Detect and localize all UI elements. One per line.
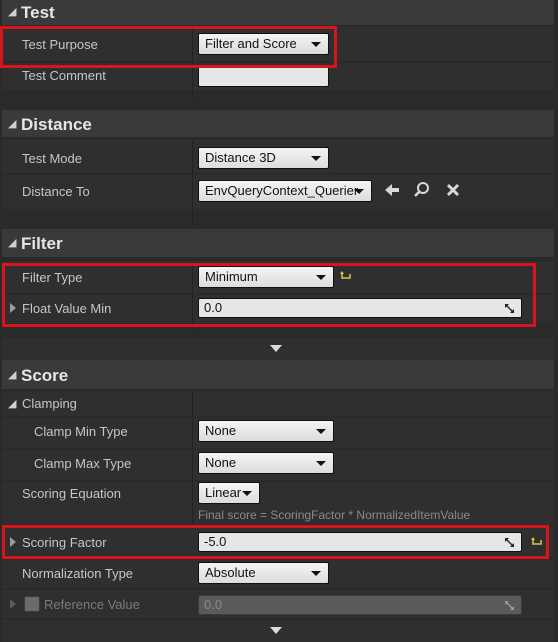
- reference-value-input: 0.0: [198, 595, 522, 615]
- row-scoring-equation: Scoring Equation Linear Final score = Sc…: [2, 482, 554, 524]
- chevron-down-icon: [311, 156, 321, 161]
- row-distance-to: Distance To EnvQueryContext_Querier: [2, 175, 554, 209]
- clamp-min-type-combo[interactable]: None: [198, 420, 334, 442]
- scoring-equation-label: Scoring Equation: [22, 486, 122, 501]
- category-test[interactable]: ◢ Test: [2, 0, 554, 25]
- category-score[interactable]: ◢ Score: [2, 360, 554, 389]
- category-filter[interactable]: ◢ Filter: [2, 229, 554, 257]
- highlight-test-purpose-box: [0, 26, 337, 68]
- reference-value-checkbox[interactable]: [24, 596, 40, 612]
- category-title: Score: [21, 366, 69, 385]
- expand-arrow-icon[interactable]: [10, 599, 16, 609]
- scoring-equation-combo[interactable]: Linear: [198, 482, 260, 504]
- clear-x-icon[interactable]: [445, 182, 461, 198]
- category-title: Test: [21, 3, 55, 22]
- test-comment-input[interactable]: [198, 66, 329, 87]
- chevron-down-icon: [242, 491, 252, 496]
- row-clamp-min-type: Clamp Min Type None: [2, 418, 554, 448]
- collapse-arrow-icon: ◢: [8, 237, 17, 249]
- row-clamping[interactable]: ◢ Clamping: [2, 392, 554, 416]
- column-divider: [192, 140, 193, 225]
- collapse-arrow-icon: ◢: [8, 118, 17, 130]
- use-selected-arrow-icon[interactable]: [383, 182, 401, 198]
- category-distance[interactable]: ◢ Distance: [2, 110, 554, 137]
- details-panel: ◢ Test Test Purpose Filter and Score Tes…: [0, 0, 558, 642]
- highlight-scoring-factor-box: [2, 525, 549, 559]
- scoring-equation-value: Linear: [205, 485, 242, 500]
- advanced-expander[interactable]: [2, 620, 554, 642]
- normalization-type-label: Normalization Type: [22, 566, 134, 581]
- clamp-min-type-value: None: [205, 423, 237, 438]
- distance-to-label: Distance To: [22, 184, 90, 199]
- chevron-down-icon: [311, 571, 321, 576]
- resize-drag-icon: [505, 601, 514, 610]
- reference-value-value: 0.0: [204, 597, 223, 612]
- clamping-label: Clamping: [22, 396, 77, 411]
- row-reference-value: Reference Value 0.0: [2, 590, 554, 618]
- clamp-max-type-value: None: [205, 455, 237, 470]
- clamp-min-type-label: Clamp Min Type: [34, 424, 128, 439]
- row-test-mode: Test Mode Distance 3D: [2, 140, 554, 173]
- row-clamp-max-type: Clamp Max Type None: [2, 450, 554, 480]
- highlight-filter-box: [2, 263, 536, 327]
- clamp-max-type-label: Clamp Max Type: [34, 456, 132, 471]
- distance-to-value: EnvQueryContext_Querier: [205, 183, 359, 198]
- normalization-type-combo[interactable]: Absolute: [198, 562, 329, 584]
- expand-chevron-icon: [270, 627, 282, 634]
- row-normalization-type: Normalization Type Absolute: [2, 560, 554, 588]
- column-divider: [192, 392, 193, 524]
- test-mode-value: Distance 3D: [205, 150, 276, 165]
- collapse-arrow-icon: ◢: [8, 369, 17, 381]
- chevron-down-icon: [316, 461, 326, 466]
- test-mode-label: Test Mode: [22, 151, 82, 166]
- category-title: Filter: [21, 234, 63, 253]
- browse-magnifier-icon[interactable]: [413, 181, 431, 199]
- clamp-max-type-combo[interactable]: None: [198, 452, 334, 474]
- test-mode-combo[interactable]: Distance 3D: [198, 147, 329, 169]
- test-comment-label: Test Comment: [22, 68, 106, 83]
- normalization-type-value: Absolute: [205, 565, 256, 580]
- reference-value-label: Reference Value: [44, 597, 140, 612]
- collapse-arrow-icon: ◢: [8, 398, 17, 410]
- category-title: Distance: [21, 115, 92, 134]
- expand-chevron-icon: [270, 345, 282, 352]
- collapse-arrow-icon: ◢: [8, 6, 17, 18]
- scoring-equation-hint: Final score = ScoringFactor * Normalized…: [198, 508, 471, 522]
- chevron-down-icon: [316, 429, 326, 434]
- distance-to-combo[interactable]: EnvQueryContext_Querier: [198, 180, 372, 202]
- advanced-expander[interactable]: [2, 338, 554, 360]
- chevron-down-icon: [354, 189, 364, 194]
